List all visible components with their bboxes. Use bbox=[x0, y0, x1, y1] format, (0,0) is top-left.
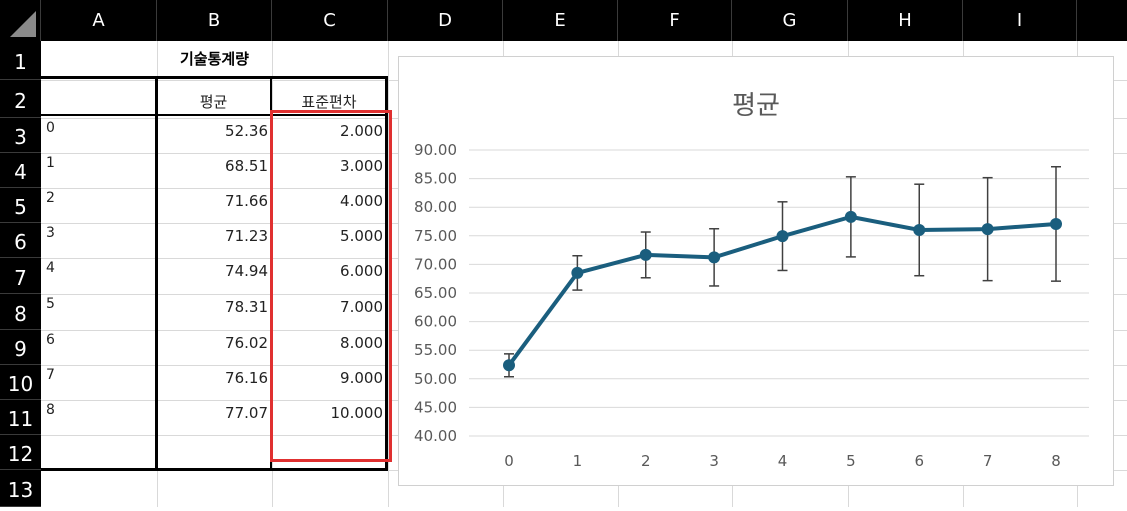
x-tick-label: 3 bbox=[709, 452, 719, 470]
row-header-3[interactable]: 3 bbox=[0, 118, 41, 153]
row-header-4[interactable]: 4 bbox=[0, 153, 41, 188]
cell-mean[interactable]: 71.66 bbox=[157, 192, 268, 210]
data-point bbox=[844, 210, 857, 223]
y-tick-label: 50.00 bbox=[414, 370, 457, 388]
column-header-C[interactable]: C bbox=[272, 0, 388, 41]
stddev-highlight-box bbox=[270, 110, 392, 462]
row-header-8[interactable]: 8 bbox=[0, 294, 41, 330]
cell-mean[interactable]: 52.36 bbox=[157, 122, 268, 140]
row-index: 0 bbox=[46, 120, 55, 136]
y-tick-label: 85.00 bbox=[414, 170, 457, 188]
column-header-D[interactable]: D bbox=[388, 0, 503, 41]
row-header-10[interactable]: 10 bbox=[0, 365, 41, 400]
column-header-B[interactable]: B bbox=[157, 0, 272, 41]
row-index: 7 bbox=[46, 367, 55, 383]
select-all-triangle-icon bbox=[10, 11, 36, 37]
x-tick-label: 7 bbox=[983, 452, 993, 470]
y-tick-label: 90.00 bbox=[414, 141, 457, 159]
table-title: 기술통계량 bbox=[179, 50, 249, 68]
x-tick-label: 4 bbox=[778, 452, 788, 470]
x-tick-label: 5 bbox=[846, 452, 856, 470]
x-tick-label: 1 bbox=[573, 452, 583, 470]
chart-plot: 40.00 45.00 50.00 55.00 60.00 65.00 70.00 75.00… bbox=[414, 141, 1089, 470]
row-index: 3 bbox=[46, 225, 55, 241]
row-header-7[interactable]: 7 bbox=[0, 258, 41, 294]
row-index: 5 bbox=[46, 296, 55, 312]
data-point bbox=[913, 223, 926, 236]
data-point bbox=[708, 251, 721, 264]
row-header-5[interactable]: 5 bbox=[0, 188, 41, 223]
cell-mean[interactable]: 76.02 bbox=[157, 334, 268, 352]
row-header-6[interactable]: 6 bbox=[0, 223, 41, 258]
row-index: 6 bbox=[46, 332, 55, 348]
y-tick-label: 45.00 bbox=[414, 398, 457, 416]
row-index: 1 bbox=[46, 155, 55, 171]
row-header-11[interactable]: 11 bbox=[0, 400, 41, 435]
table-border-top bbox=[41, 76, 388, 79]
header-mean: 평균 bbox=[199, 93, 228, 111]
data-point bbox=[571, 266, 584, 279]
chart[interactable]: 평균 40.00 45.00 50.00 55.00 60.00 65.00 70.00 75… bbox=[398, 56, 1114, 486]
x-tick-label: 0 bbox=[504, 452, 514, 470]
row-index: 2 bbox=[46, 190, 55, 206]
table-border-bottom bbox=[41, 468, 388, 471]
data-point bbox=[503, 359, 515, 372]
column-header-I[interactable]: I bbox=[963, 0, 1077, 41]
column-header-F[interactable]: F bbox=[618, 0, 732, 41]
cell-mean[interactable]: 74.94 bbox=[157, 262, 268, 280]
data-point bbox=[776, 230, 789, 243]
y-tick-label: 70.00 bbox=[414, 255, 457, 273]
row-index: 8 bbox=[46, 402, 55, 418]
row-header-1[interactable]: 1 bbox=[0, 41, 41, 80]
x-tick-label: 2 bbox=[641, 452, 651, 470]
column-header-H[interactable]: H bbox=[848, 0, 963, 41]
y-tick-label: 75.00 bbox=[414, 227, 457, 245]
column-header-G[interactable]: G bbox=[732, 0, 848, 41]
select-all-corner[interactable] bbox=[0, 0, 41, 41]
data-point bbox=[1050, 217, 1062, 230]
row-header-9[interactable]: 9 bbox=[0, 330, 41, 365]
column-header-E[interactable]: E bbox=[503, 0, 618, 41]
column-header-A[interactable]: A bbox=[41, 0, 157, 41]
cell-mean[interactable]: 71.23 bbox=[157, 227, 268, 245]
x-tick-label: 8 bbox=[1051, 452, 1061, 470]
y-tick-label: 80.00 bbox=[414, 198, 457, 216]
row-header-2[interactable]: 2 bbox=[0, 80, 41, 118]
x-tick-label: 6 bbox=[914, 452, 924, 470]
data-point bbox=[639, 248, 652, 261]
row-header-13[interactable]: 13 bbox=[0, 470, 41, 507]
y-tick-label: 60.00 bbox=[414, 313, 457, 331]
row-header-12[interactable]: 12 bbox=[0, 435, 41, 470]
cell-mean[interactable]: 78.31 bbox=[157, 298, 268, 316]
cell-mean[interactable]: 76.16 bbox=[157, 369, 268, 387]
y-tick-label: 40.00 bbox=[414, 427, 457, 445]
row-index: 4 bbox=[46, 260, 55, 276]
data-point bbox=[981, 223, 994, 236]
cell-mean[interactable]: 68.51 bbox=[157, 157, 268, 175]
y-tick-label: 55.00 bbox=[414, 341, 457, 359]
y-tick-label: 65.00 bbox=[414, 284, 457, 302]
cell-mean[interactable]: 77.07 bbox=[157, 404, 268, 422]
